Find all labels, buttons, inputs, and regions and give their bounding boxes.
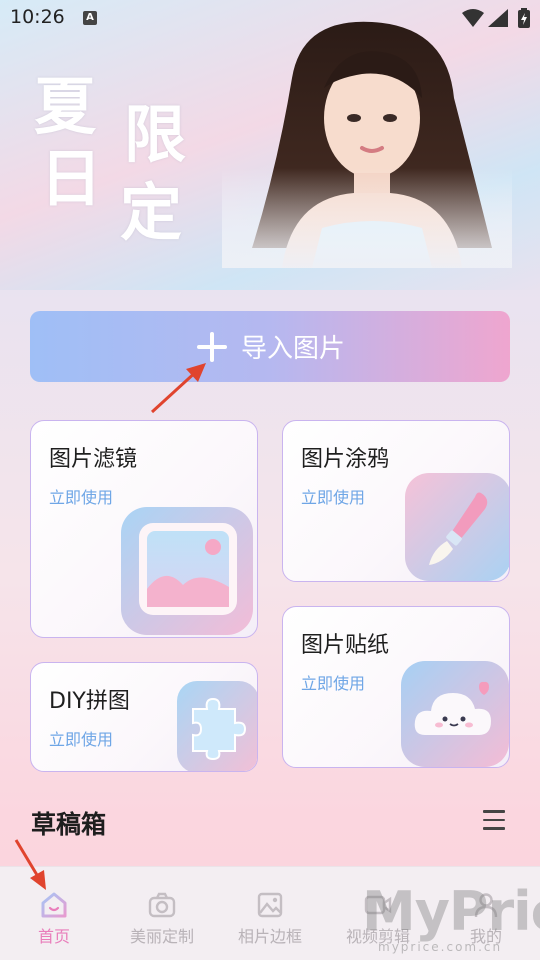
card-image-sticker[interactable]: 图片贴纸 立即使用 (282, 606, 510, 768)
image-frame-icon (121, 507, 253, 635)
import-image-button[interactable]: 导入图片 (30, 311, 510, 382)
card-use-now-link[interactable]: 立即使用 (49, 726, 113, 750)
home-icon (41, 892, 67, 918)
card-title: 图片贴纸 (301, 633, 390, 658)
puzzle-icon (177, 681, 257, 771)
card-title: 图片涂鸦 (301, 447, 390, 472)
nav-label-photo-frame: 相片边框 (237, 927, 302, 946)
card-title: DIY拼图 (49, 689, 130, 714)
annotation-arrow-icon (150, 363, 206, 414)
camera-icon (148, 892, 176, 918)
wifi-icon (462, 9, 484, 27)
card-use-now-link[interactable]: 立即使用 (49, 484, 113, 508)
status-time: 10:26 (10, 6, 65, 28)
card-use-now-link[interactable]: 立即使用 (301, 670, 365, 694)
card-use-now-link[interactable]: 立即使用 (301, 484, 365, 508)
signal-icon (488, 9, 508, 27)
nav-item-beauty-custom[interactable]: 美丽定制 (108, 867, 216, 960)
plus-icon (195, 330, 229, 364)
card-title: 图片滤镜 (49, 447, 138, 472)
battery-icon (518, 8, 530, 28)
banner-char-2: 日 (40, 142, 103, 215)
nav-item-photo-frame[interactable]: 相片边框 (216, 867, 324, 960)
watermark-logo: MyPrice (362, 880, 540, 943)
card-diy-puzzle[interactable]: DIY拼图 立即使用 (30, 662, 258, 772)
notification-icon: A (83, 11, 97, 25)
paintbrush-icon (405, 473, 509, 581)
card-image-filter[interactable]: 图片滤镜 立即使用 (30, 420, 258, 638)
status-bar: 10:26 A (0, 0, 540, 36)
nav-label-beauty-custom: 美丽定制 (129, 927, 194, 946)
banner-portrait-image (222, 18, 512, 268)
picture-icon (257, 892, 283, 918)
summer-banner[interactable]: 夏 日 限 定 (0, 0, 540, 290)
banner-char-4: 定 (120, 176, 183, 249)
watermark-url: myprice.com.cn (378, 940, 503, 954)
annotation-arrow-icon (14, 839, 46, 890)
drafts-title: 草稿箱 (31, 810, 107, 839)
import-image-label: 导入图片 (240, 334, 345, 364)
banner-char-3: 限 (124, 98, 187, 171)
cloud-sticker-icon (401, 661, 509, 767)
menu-icon[interactable] (483, 810, 505, 830)
nav-label-home: 首页 (37, 927, 70, 946)
card-image-doodle[interactable]: 图片涂鸦 立即使用 (282, 420, 510, 582)
